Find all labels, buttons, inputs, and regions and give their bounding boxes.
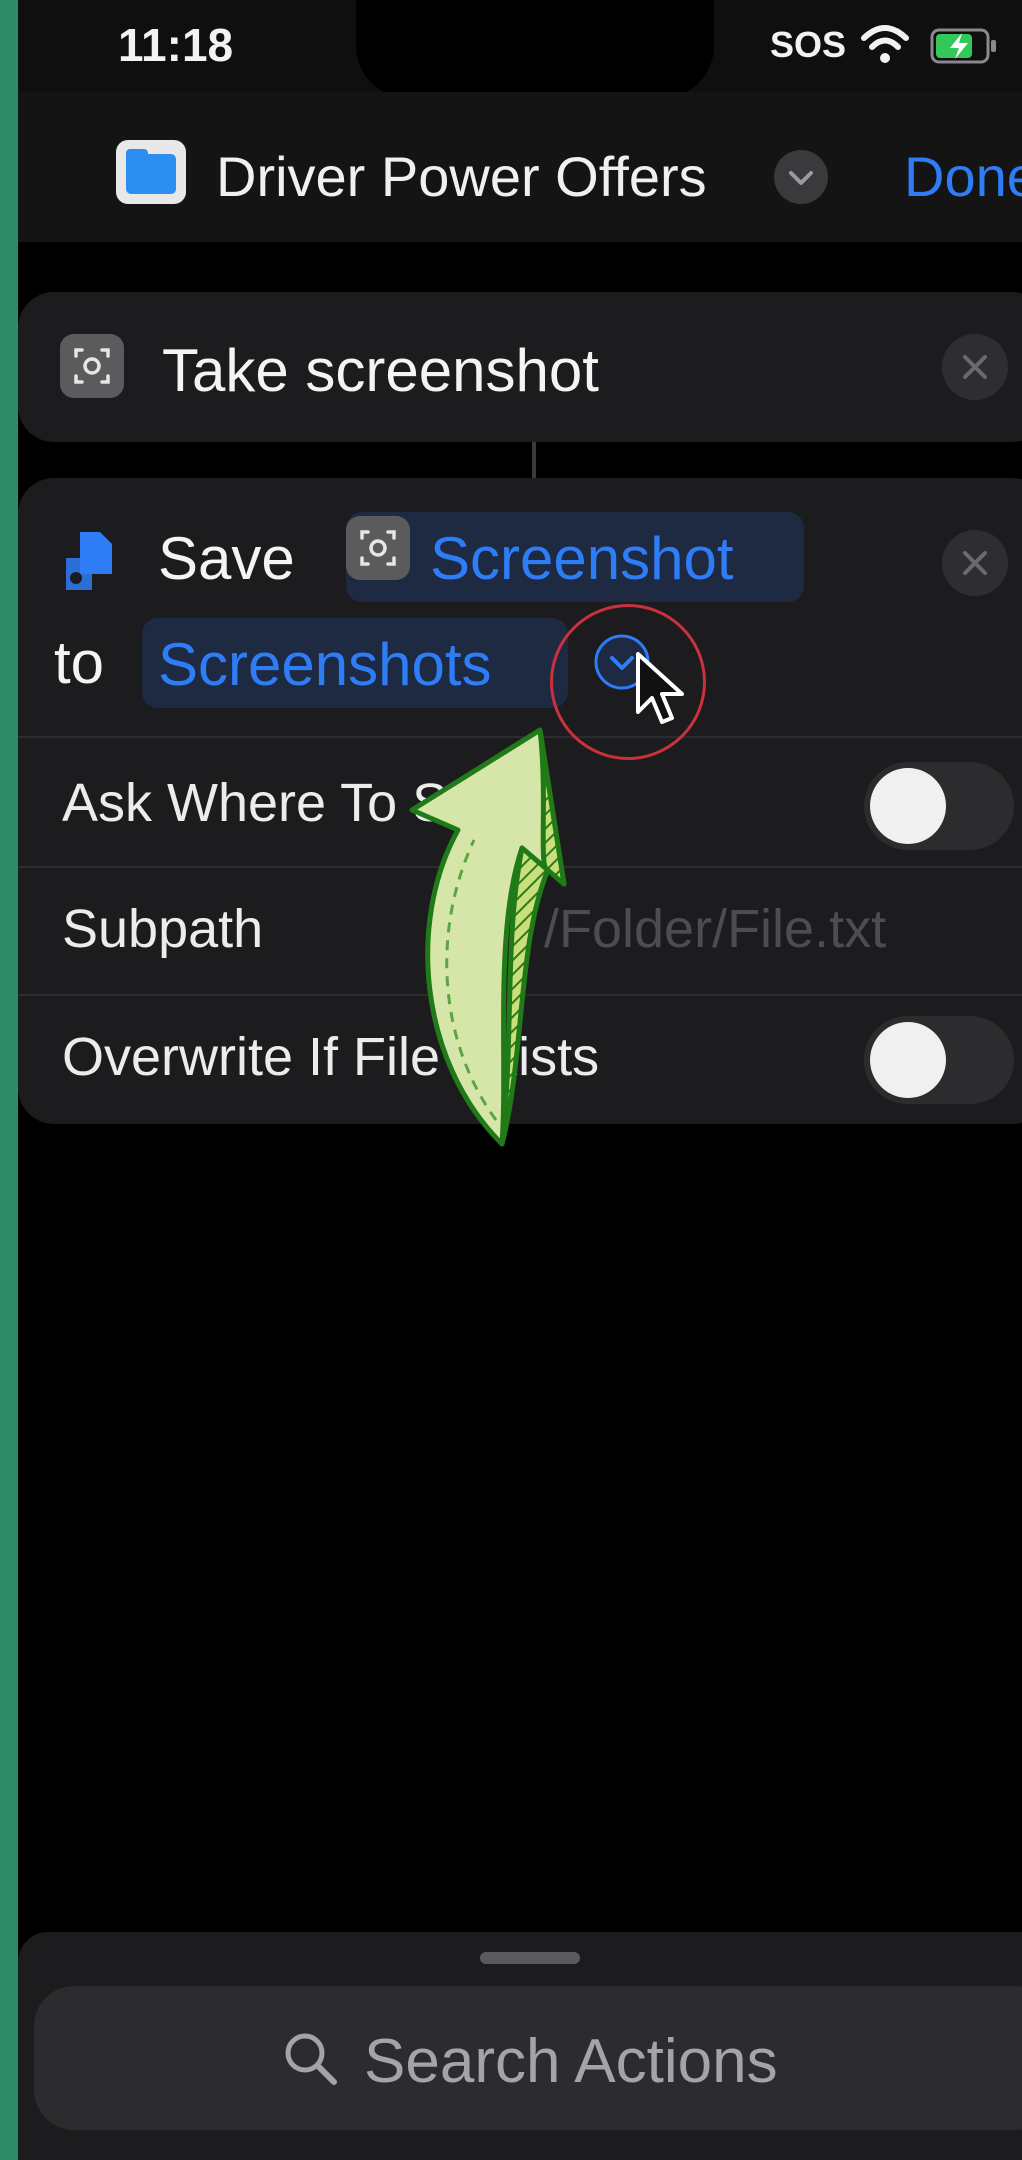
green-border (0, 0, 18, 2160)
screenshot-icon (346, 516, 410, 580)
curved-arrow-icon (409, 727, 567, 1147)
search-icon (285, 2033, 337, 2085)
chevron-down-icon[interactable] (774, 150, 828, 204)
ask-where-toggle[interactable] (864, 762, 1014, 850)
shortcut-title[interactable]: Driver Power Offers (216, 144, 707, 209)
connector-word: to (54, 629, 105, 696)
remove-action-icon[interactable] (942, 530, 1008, 596)
status-time: 11:18 (118, 19, 234, 71)
carrier-label: SOS (770, 24, 847, 65)
actions-sheet: Search Actions (18, 1932, 1022, 2160)
phone-screen: 11:18 SOS Driver Power Offers Done (18, 0, 1022, 2160)
mouse-cursor-icon (636, 652, 684, 724)
files-document-icon (66, 532, 112, 590)
subpath-label: Subpath (62, 899, 264, 959)
action-title: Take screenshot (162, 337, 599, 404)
done-button[interactable]: Done (904, 144, 1022, 209)
input-token-label: Screenshot (430, 525, 734, 592)
search-placeholder: Search Actions (364, 2027, 778, 2096)
battery-icon (930, 28, 996, 64)
files-folder-icon[interactable] (116, 140, 186, 204)
destination-token-label: Screenshots (158, 631, 492, 698)
action-connector (532, 442, 536, 478)
screenshot-icon (60, 334, 124, 398)
search-actions-field[interactable]: Search Actions (34, 1986, 1022, 2130)
status-bar: 11:18 SOS (18, 0, 1022, 98)
wifi-icon (861, 25, 909, 63)
navigation-bar: Driver Power Offers Done (18, 92, 1022, 242)
remove-action-icon[interactable] (942, 334, 1008, 400)
action-verb: Save (158, 525, 295, 592)
sheet-grabber[interactable] (480, 1952, 580, 1964)
action-take-screenshot[interactable]: Take screenshot (18, 292, 1022, 442)
dynamic-island (356, 0, 714, 98)
overwrite-toggle[interactable] (864, 1016, 1014, 1104)
